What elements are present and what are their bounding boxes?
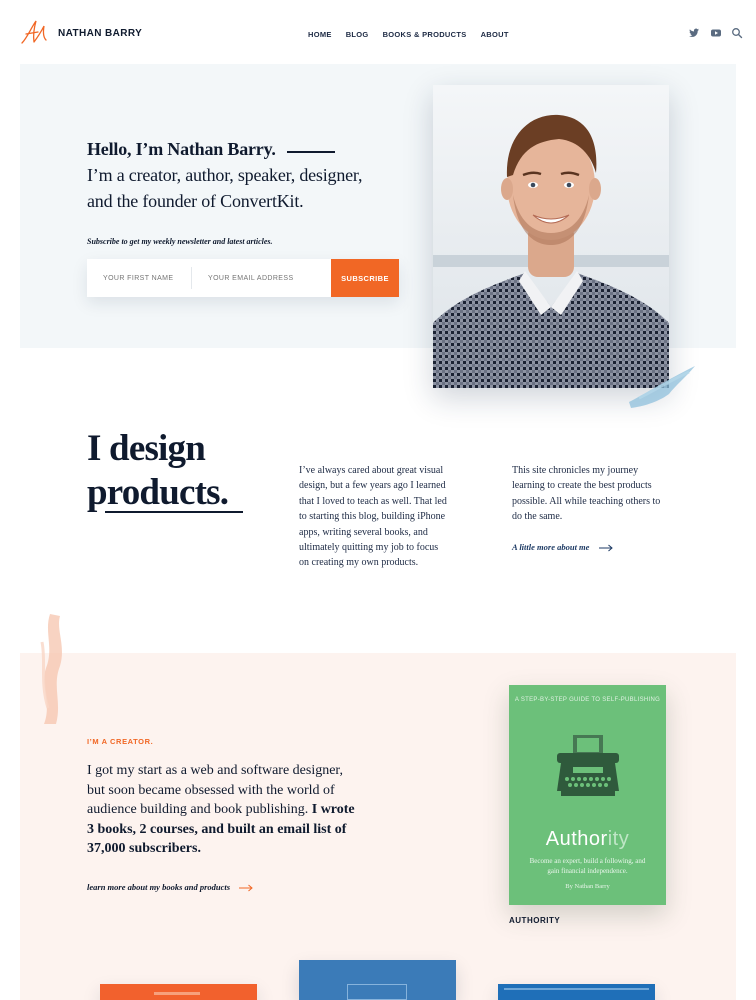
nav-home[interactable]: HOME (308, 30, 332, 39)
design-title-line2: products. (87, 472, 229, 513)
creator-paragraph: I got my start as a web and software des… (87, 761, 357, 859)
about-me-link-label: A little more about me (512, 542, 590, 552)
design-col1-line: that I loved to teach as well. That led (299, 495, 447, 507)
twitter-icon[interactable] (688, 27, 700, 39)
design-column-1: I’ve always cared about great visual des… (299, 463, 447, 571)
brush-stroke-decoration (40, 614, 62, 724)
book-title: Authority (509, 828, 666, 851)
brush-stroke-decoration (629, 366, 695, 408)
book-cover-preview[interactable] (100, 984, 257, 1000)
book-description: Become an expert, build a following, and… (529, 857, 646, 875)
design-title-underline (105, 511, 243, 513)
book-cover-detail (154, 992, 200, 995)
nav-books-products[interactable]: BOOKS & PRODUCTS (383, 30, 467, 39)
design-col2-line: do the same. (512, 511, 563, 523)
books-products-link-label: learn more about my books and products (87, 882, 231, 892)
nav-about[interactable]: ABOUT (481, 30, 509, 39)
hero-tagline-line1: I’m a creator, author, speaker, designer… (87, 165, 363, 185)
design-col2-line: possible. All while teaching others to (512, 495, 661, 507)
design-col2-line: learning to create the best products (512, 480, 652, 492)
book-title-part-a: Author (545, 828, 608, 850)
newsletter-form: SUBSCRIBE (87, 259, 399, 297)
logo-icon[interactable] (19, 18, 49, 46)
book-cover-detail (504, 988, 649, 990)
portrait-photo (433, 85, 669, 388)
form-divider (191, 267, 192, 289)
arrow-right-icon (239, 884, 254, 892)
design-col1-line: design, but a few years ago I learned (299, 480, 446, 492)
first-name-input[interactable] (103, 259, 187, 297)
design-col2-line: This site chronicles my journey (512, 465, 639, 476)
design-col1-line: to starting this blog, building iPhone (299, 511, 446, 523)
hero-greeting: Hello, I’m Nathan Barry. (87, 139, 276, 159)
design-col1-line: on creating my own products. (299, 557, 419, 569)
book-cover-preview[interactable] (498, 984, 655, 1000)
book-title-part-b: ity (607, 828, 630, 850)
design-title-line1: I design (87, 428, 206, 469)
search-icon[interactable] (731, 27, 743, 39)
nav-blog[interactable]: BLOG (346, 30, 369, 39)
main-nav: HOME BLOG BOOKS & PRODUCTS ABOUT (308, 30, 523, 39)
subscribe-button[interactable]: SUBSCRIBE (331, 259, 399, 297)
book-cover-preview[interactable] (299, 960, 456, 1000)
book-caption[interactable]: AUTHORITY (509, 916, 560, 925)
design-col1-line: ultimately quitting my job to focus (299, 542, 439, 554)
brand-name[interactable]: NATHAN BARRY (58, 28, 142, 39)
typewriter-icon (557, 735, 619, 796)
hero-tagline-line2: and the founder of ConvertKit. (87, 191, 304, 211)
arrow-right-icon (598, 544, 613, 552)
authority-book-cover[interactable]: A STEP-BY-STEP GUIDE TO SELF-PUBLISHING … (509, 685, 666, 905)
hero-rule (287, 151, 335, 153)
email-input[interactable] (208, 259, 326, 297)
book-cover-detail (347, 984, 407, 1000)
design-col1-line: apps, writing several books, and (299, 526, 428, 538)
creator-paragraph-text: I got my start as a web and software des… (87, 763, 344, 817)
books-products-link[interactable]: learn more about my books and products (87, 882, 254, 892)
design-column-2: This site chronicles my journey learning… (512, 463, 660, 525)
creator-eyebrow: I’M A CREATOR. (87, 737, 154, 746)
book-author: By Nathan Barry (565, 883, 610, 890)
book-tagline: A STEP-BY-STEP GUIDE TO SELF-PUBLISHING (514, 697, 661, 703)
subscribe-prompt: Subscribe to get my weekly newsletter an… (87, 237, 273, 246)
about-me-link[interactable]: A little more about me (512, 542, 614, 552)
youtube-icon[interactable] (710, 27, 722, 39)
design-col1-line: I’ve always cared about great visual (299, 465, 444, 476)
